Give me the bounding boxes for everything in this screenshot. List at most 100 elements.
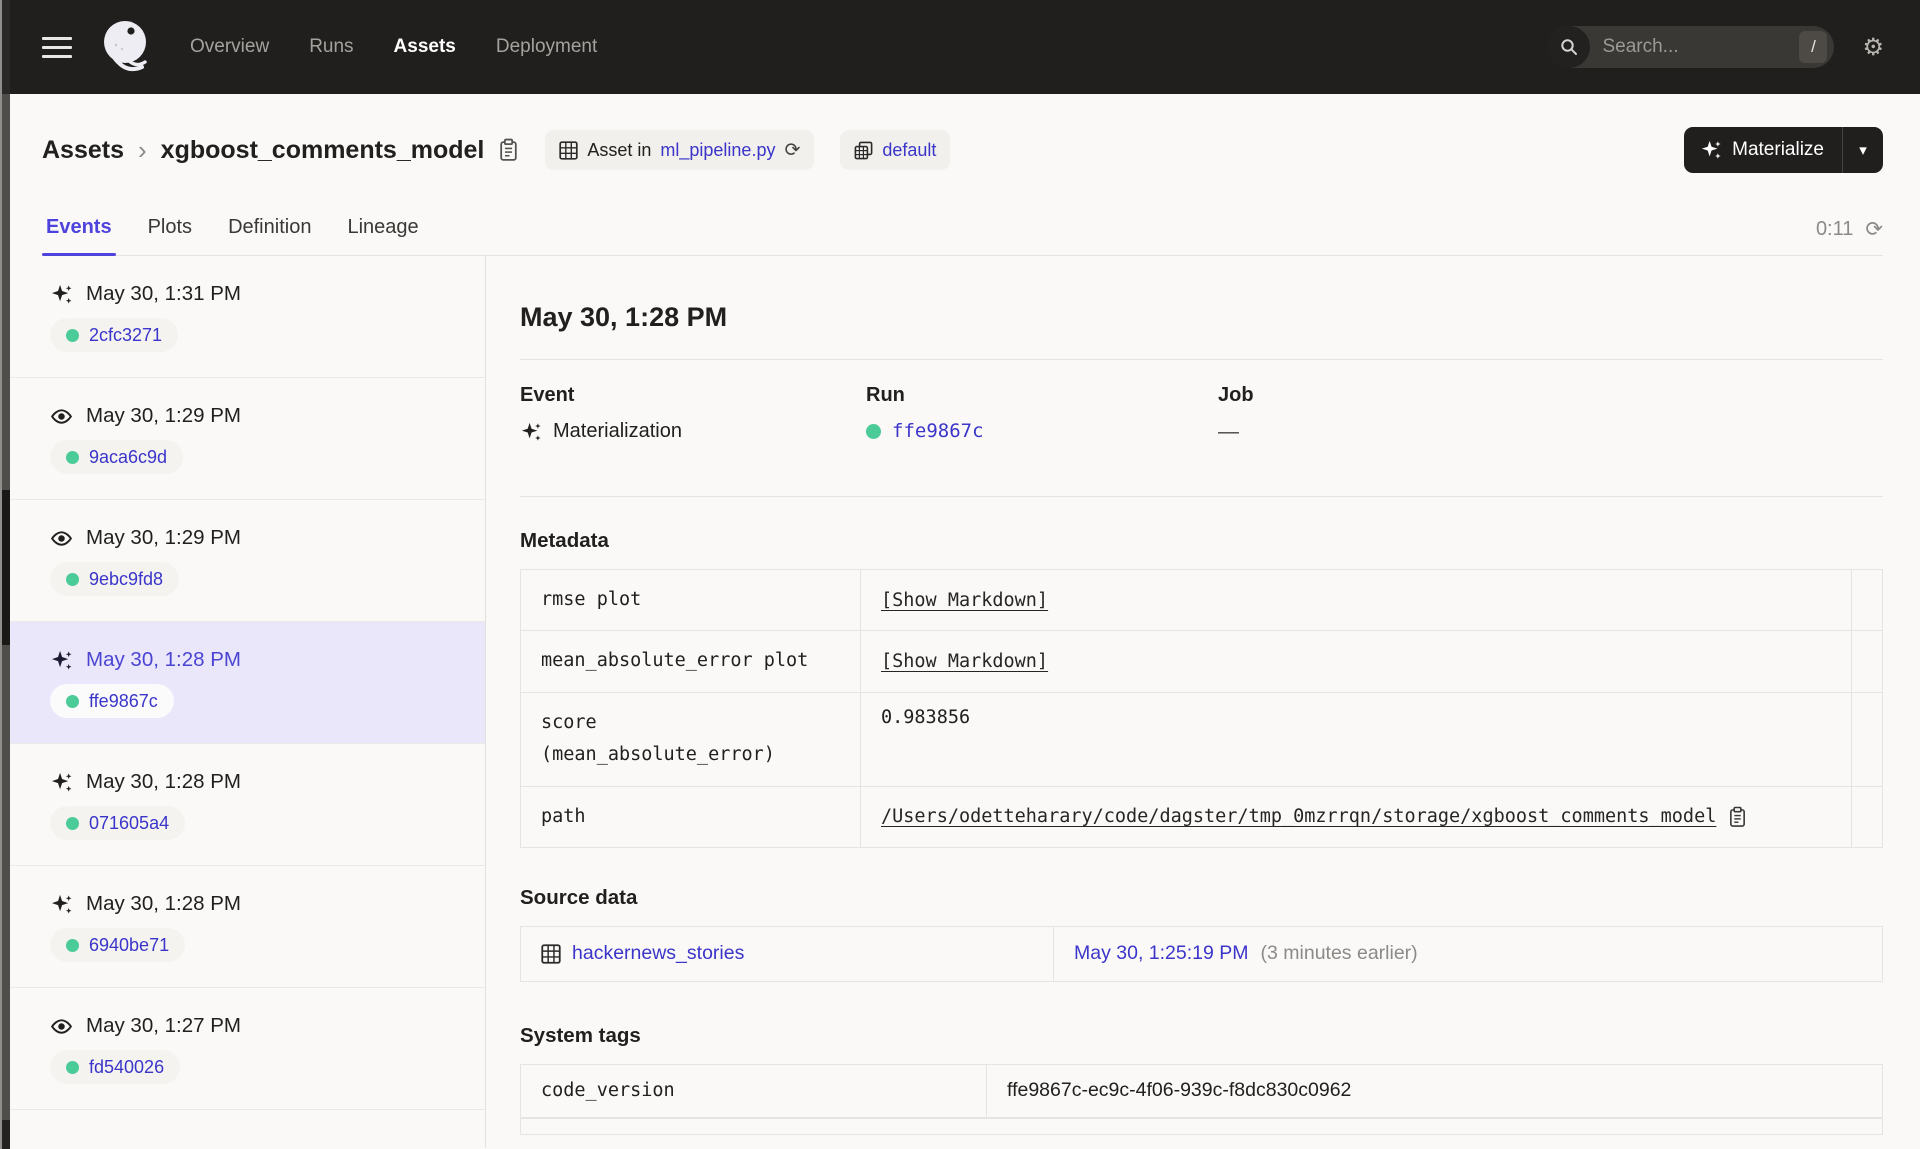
score-value: 0.983856 — [881, 706, 971, 728]
materialization-sparkle-icon — [50, 893, 73, 916]
observation-eye-icon — [50, 527, 73, 550]
event-timestamp: May 30, 1:29 PM — [86, 526, 241, 549]
nav-deployment[interactable]: Deployment — [496, 36, 597, 58]
nav-assets[interactable]: Assets — [394, 36, 456, 58]
run-chip[interactable]: 9aca6c9d — [50, 440, 184, 474]
event-list-item[interactable]: May 30, 1:28 PM 071605a4 — [10, 744, 485, 866]
run-id-link[interactable]: 9aca6c9d — [89, 447, 167, 468]
table-icon — [541, 944, 561, 964]
tab-plots[interactable]: Plots — [144, 216, 196, 255]
event-timestamp: May 30, 1:27 PM — [86, 1014, 241, 1037]
event-list-item[interactable]: May 30, 1:27 PM fd540026 — [10, 988, 485, 1110]
run-chip[interactable]: ffe9867c — [50, 684, 174, 718]
breadcrumb-assets-link[interactable]: Assets — [42, 136, 124, 165]
event-timestamp: May 30, 1:28 PM — [86, 770, 241, 793]
event-timestamp: May 30, 1:31 PM — [86, 282, 241, 305]
event-timestamp: May 30, 1:28 PM — [86, 648, 241, 671]
dagster-logo[interactable] — [98, 18, 156, 76]
source-data-heading: Source data — [520, 885, 638, 909]
run-chip[interactable]: fd540026 — [50, 1050, 181, 1084]
menu-icon[interactable] — [42, 36, 72, 58]
path-link[interactable]: /Users/odetteharary/code/dagster/tmp_0mz… — [881, 806, 1716, 827]
tab-events[interactable]: Events — [42, 216, 116, 256]
table-row: path /Users/odetteharary/code/dagster/tm… — [521, 786, 1882, 847]
clipped-table-row — [521, 1117, 1882, 1134]
slash-shortcut-badge: / — [1799, 31, 1828, 63]
run-chip[interactable]: 9ebc9fd8 — [50, 562, 180, 596]
search-input[interactable]: Search... / — [1548, 26, 1835, 68]
table-icon — [559, 140, 579, 160]
source-time-link[interactable]: May 30, 1:25:19 PM — [1074, 942, 1249, 965]
metadata-heading: Metadata — [520, 529, 609, 552]
run-id-link[interactable]: ffe9867c — [89, 691, 158, 712]
materialize-dropdown-caret[interactable]: ▾ — [1843, 127, 1883, 173]
tab-definition[interactable]: Definition — [224, 216, 315, 255]
metadata-table: rmse plot [Show Markdown] mean_absolute_… — [520, 569, 1883, 848]
run-chip[interactable]: 071605a4 — [50, 806, 186, 840]
event-list-item[interactable]: May 30, 1:28 PM 6940be71 — [10, 866, 485, 988]
run-id-link[interactable]: ffe9867c — [892, 420, 984, 442]
run-status-dot — [66, 1060, 79, 1074]
event-list-item[interactable]: May 30, 1:29 PM 9ebc9fd8 — [10, 500, 485, 622]
reload-location-icon[interactable]: ⟳ — [784, 139, 800, 161]
page-title: xgboost_comments_model — [160, 135, 485, 164]
asset-location-chip[interactable]: Asset in ml_pipeline.py ⟳ — [545, 130, 815, 170]
table-row: mean_absolute_error plot [Show Markdown] — [521, 631, 1882, 693]
nav-overview[interactable]: Overview — [190, 36, 269, 58]
show-markdown-link[interactable]: [Show Markdown] — [881, 590, 1048, 611]
run-id-link[interactable]: 071605a4 — [89, 813, 169, 834]
nav-links: Overview Runs Assets Deployment — [190, 36, 597, 58]
group-default-link[interactable]: default — [882, 140, 936, 161]
settings-gear-icon[interactable]: ⚙ — [1862, 35, 1884, 59]
job-column-label: Job — [1218, 384, 1254, 406]
top-nav: Overview Runs Assets Deployment Search..… — [10, 0, 1920, 94]
nav-runs[interactable]: Runs — [309, 36, 353, 58]
materialize-button[interactable]: Materialize ▾ — [1684, 127, 1883, 173]
run-status-dot — [66, 450, 79, 464]
run-status-dot — [66, 328, 79, 342]
background-window-edge — [0, 0, 10, 1149]
system-tag-key: code_version — [521, 1064, 987, 1117]
run-chip[interactable]: 2cfc3271 — [50, 318, 179, 352]
event-list-item-selected[interactable]: May 30, 1:28 PM ffe9867c — [10, 622, 485, 744]
run-chip[interactable]: 6940be71 — [50, 928, 186, 962]
asset-group-chip[interactable]: default — [840, 130, 951, 170]
source-asset-link[interactable]: hackernews_stories — [572, 942, 744, 965]
system-tags-heading: System tags — [520, 1023, 641, 1047]
sparkle-icon — [1701, 140, 1721, 159]
run-status-dot — [66, 572, 79, 586]
table-row: hackernews_stories May 30, 1:25:19 PM (3… — [521, 926, 1882, 981]
run-id-link[interactable]: 2cfc3271 — [89, 325, 162, 346]
copy-asset-name-icon[interactable] — [498, 138, 519, 162]
metadata-key: score (mean_absolute_error) — [521, 692, 861, 786]
event-list-item[interactable]: May 30, 1:31 PM 2cfc3271 — [10, 256, 485, 378]
refresh-icon[interactable]: ⟳ — [1865, 217, 1883, 241]
run-id-link[interactable]: fd540026 — [89, 1057, 164, 1078]
metadata-key: mean_absolute_error plot — [521, 631, 861, 692]
materialize-label: Materialize — [1732, 139, 1824, 160]
event-type-value: Materialization — [553, 420, 682, 442]
search-icon — [1548, 26, 1591, 68]
source-relative-time: (3 minutes earlier) — [1260, 942, 1418, 965]
event-list-item[interactable]: May 30, 1:29 PM 9aca6c9d — [10, 378, 485, 500]
metadata-key: rmse plot — [521, 570, 861, 631]
dagster-app-window: Overview Runs Assets Deployment Search..… — [10, 0, 1920, 1149]
event-detail-pane: May 30, 1:28 PM Event Materialization Ru… — [486, 256, 1920, 1148]
breadcrumb-separator: › — [138, 134, 147, 165]
show-markdown-link[interactable]: [Show Markdown] — [881, 651, 1048, 672]
run-id-link[interactable]: 9ebc9fd8 — [89, 569, 163, 590]
tabs-row: Events Plots Definition Lineage 0:11 ⟳ — [42, 202, 1883, 256]
event-detail-title: May 30, 1:28 PM — [520, 302, 728, 332]
table-row: rmse plot [Show Markdown] — [521, 570, 1882, 632]
tab-lineage[interactable]: Lineage — [343, 216, 422, 255]
event-list-sidebar: May 30, 1:31 PM 2cfc3271 May 30, 1:29 PM… — [10, 256, 486, 1148]
table-row: score (mean_absolute_error) 0.983856 — [521, 692, 1882, 787]
system-tag-value: ffe9867c-ec9c-4f06-939c-f8dc830c0962 — [1007, 1079, 1352, 1102]
materialization-sparkle-icon — [50, 649, 73, 672]
system-tags-table: code_version ffe9867c-ec9c-4f06-939c-f8d… — [520, 1063, 1883, 1135]
asset-location-file-link[interactable]: ml_pipeline.py — [660, 140, 775, 161]
copy-path-icon[interactable] — [1728, 806, 1747, 828]
run-id-link[interactable]: 6940be71 — [89, 935, 169, 956]
materialization-sparkle-icon — [50, 771, 73, 794]
source-data-table: hackernews_stories May 30, 1:25:19 PM (3… — [520, 925, 1883, 982]
